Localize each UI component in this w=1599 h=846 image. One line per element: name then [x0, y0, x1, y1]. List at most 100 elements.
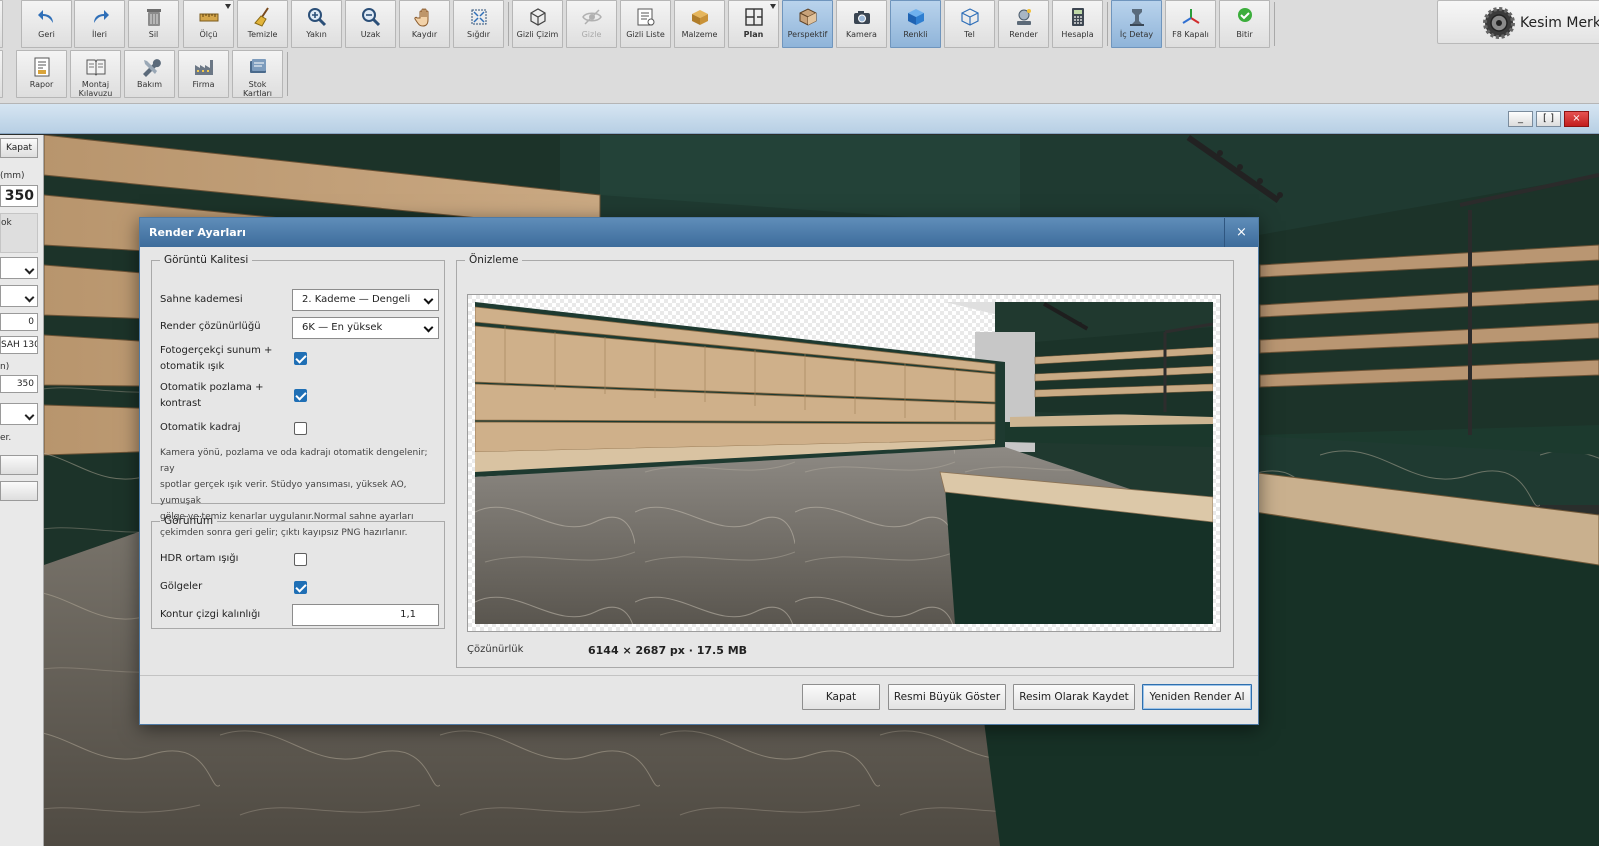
toolbar-button-olcu[interactable]: Ölçü [183, 0, 234, 48]
description-line: Kamera yönü, pozlama ve oda kadrajı otom… [160, 448, 428, 474]
toolbar-button-renkli[interactable]: Renkli [890, 0, 941, 48]
hdr-label: HDR ortam ışığı [160, 553, 239, 564]
preview-image-frame[interactable] [467, 294, 1221, 632]
toolbar-button-temizle[interactable]: Temizle [237, 0, 288, 48]
preview-legend: Önizleme [469, 254, 519, 266]
description-line: spotlar gerçek ışık verir. Stüdyo yansım… [160, 480, 407, 506]
toolbar-label: Gizli Çizim [516, 30, 559, 39]
toolbar-button-gizle[interactable]: Gizle [566, 0, 617, 48]
outline-width-input[interactable]: 1,1 [292, 604, 439, 626]
toolbar-button-tel[interactable]: Tel [944, 0, 995, 48]
resolution-select[interactable]: 6K — En yüksek [292, 317, 439, 339]
toolbar-label: Gizli Liste [626, 30, 665, 39]
panel-action-button-2[interactable] [0, 481, 38, 501]
toolbar-label: Ölçü [199, 30, 218, 39]
minimize-button[interactable]: _ [1508, 111, 1533, 127]
toolbar-button-bitir[interactable]: Bitir [1219, 0, 1270, 48]
toolbar-button-plan[interactable]: Plan [728, 0, 779, 48]
toolbar-label: Uzak [360, 30, 381, 39]
toolbar-button-perspektif[interactable]: Perspektif [782, 0, 833, 48]
window-titlebar: _ [ ] × [0, 104, 1599, 134]
toolbar-button-kaydir[interactable]: Kaydır [399, 0, 450, 48]
close-dialog-button[interactable]: Kapat [802, 684, 880, 710]
toolbar-button-uzak[interactable]: Uzak [345, 0, 396, 48]
brand-name: Kesim Merkezi [1520, 15, 1599, 31]
toolbar-label: Perspektif [787, 30, 828, 39]
toolbar-label: Plan [743, 30, 764, 39]
ruler-icon [199, 13, 219, 22]
toolbar-label: Temizle [247, 30, 278, 39]
toolbar-separator [508, 2, 509, 46]
toolbar-button-malzeme[interactable]: Malzeme [674, 0, 725, 48]
exposure-checkbox[interactable] [294, 389, 307, 402]
photoreal-checkbox[interactable] [294, 352, 307, 365]
toolbar-label: İleri [91, 30, 107, 39]
option-select-1[interactable] [0, 257, 38, 279]
framing-checkbox[interactable] [294, 422, 307, 435]
dialog-footer-divider [140, 675, 1258, 676]
note-text: ok [1, 218, 12, 228]
toolbar-button-rapor[interactable]: Rapor [16, 50, 67, 98]
option-select-3[interactable] [0, 403, 38, 425]
toolbar-button-gizli-liste[interactable]: Gizli Liste [620, 0, 671, 48]
toolbar-label: Gizle [581, 30, 602, 39]
panel-close-button[interactable]: Kapat [0, 138, 38, 158]
toolbar-button-sigdir[interactable]: Sığdır [453, 0, 504, 48]
zoom-out-icon [362, 8, 381, 27]
toolbar-button-render[interactable]: Render [998, 0, 1049, 48]
toolbar-button-yakin[interactable]: Yakın [291, 0, 342, 48]
maximize-button[interactable]: [ ] [1536, 111, 1561, 127]
toolbar-button-f8-kapali[interactable]: F8 Kapalı [1165, 0, 1216, 48]
toolbar-button-montaj[interactable]: Montaj Kılavuzu [70, 50, 121, 98]
toolbar-button-firma[interactable]: Firma [178, 50, 229, 98]
rerender-button[interactable]: Yeniden Render Al [1142, 684, 1252, 710]
fit-screen-icon [471, 9, 487, 25]
dialog-titlebar[interactable]: Render Ayarları × [140, 218, 1258, 247]
toolbar-separator [1274, 2, 1275, 46]
hint-text: er. [0, 433, 12, 443]
small-value-field[interactable]: 0 [0, 313, 38, 331]
toolbar-button-geri[interactable]: Geri [21, 0, 72, 48]
option-select-2[interactable] [0, 285, 38, 307]
toolbar-label: Render [1009, 30, 1038, 39]
toolbar-label: Firma [192, 80, 215, 89]
toolbar-label: Kamera [846, 30, 877, 39]
toolbar-button-hesapla[interactable]: Hesapla [1052, 0, 1103, 48]
toolbar-button-ic-detay[interactable]: İç Detay [1111, 0, 1162, 48]
wrench-tools-icon [143, 59, 161, 77]
brand-button[interactable]: Kesim Merkezi [1437, 0, 1599, 44]
factory-icon [195, 60, 213, 75]
toolbar-button-ileri[interactable]: İleri [74, 0, 125, 48]
toolbar-label: Montaj Kılavuzu [78, 80, 113, 98]
toolbar-button-sil[interactable]: Sil [128, 0, 179, 48]
dropdown-arrow-icon [770, 4, 776, 9]
window-close-button[interactable]: × [1564, 111, 1589, 127]
toolbar-label: Bitir [1236, 30, 1253, 39]
scene-level-select[interactable]: 2. Kademe — Dengeli [292, 289, 439, 311]
toolbar-label: Hesapla [1061, 30, 1094, 39]
resolution-info-label: Çözünürlük [467, 644, 524, 655]
shadows-checkbox[interactable] [294, 581, 307, 594]
toolbar-button-bakim[interactable]: Bakım [124, 50, 175, 98]
toolbar-button-kamera[interactable]: Kamera [836, 0, 887, 48]
unit-label: (mm) [0, 171, 25, 181]
show-large-button[interactable]: Resmi Büyük Göster [888, 684, 1006, 710]
save-image-button[interactable]: Resim Olarak Kaydet [1013, 684, 1135, 710]
toolbar-label: İç Detay [1119, 30, 1154, 39]
dialog-close-button[interactable]: × [1224, 218, 1258, 247]
size-field[interactable]: 350 [0, 185, 38, 207]
camera-icon [854, 11, 870, 24]
toolbar-button-geri[interactable] [0, 0, 3, 48]
note-box: ok [0, 213, 38, 253]
main-toolbar: Geri İleri Sil Ölçü Temizle Yakın Uzak K… [0, 0, 1599, 104]
sub-value-field[interactable]: 350 [0, 375, 38, 393]
code-field[interactable]: SAH 130 [0, 336, 38, 354]
hdr-checkbox[interactable] [294, 553, 307, 566]
toolbar-button-gizli-cizim[interactable]: Gizli Çizim [512, 0, 563, 48]
toolbar-button-partial[interactable] [0, 50, 3, 98]
stock-cards-icon [250, 59, 266, 73]
toolbar-label: Bakım [136, 80, 163, 89]
toolbar-button-stok[interactable]: Stok Kartları [232, 50, 283, 98]
dialog-title: Render Ayarları [149, 226, 246, 239]
panel-action-button-1[interactable] [0, 455, 38, 475]
